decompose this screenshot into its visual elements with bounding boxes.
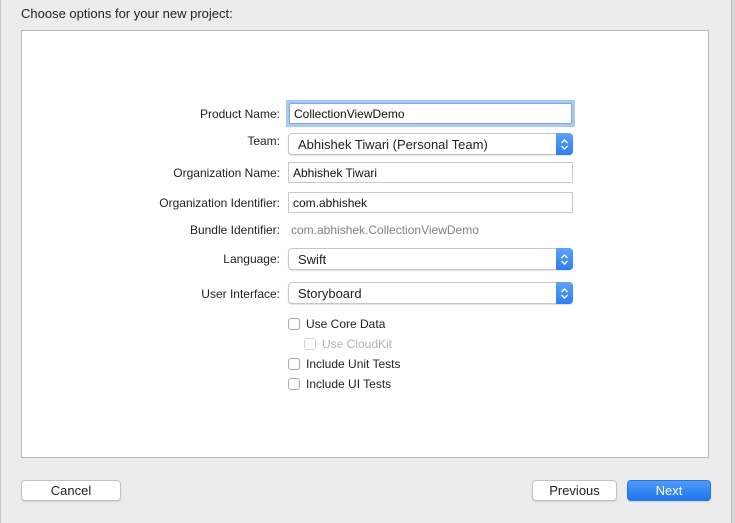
previous-button[interactable]: Previous [532,480,617,501]
chevron-up-down-icon [556,133,573,155]
chevron-up-down-icon [556,282,573,304]
checkbox-label: Include Unit Tests [306,357,401,371]
next-button[interactable]: Next [627,480,711,501]
organization-identifier-field[interactable] [288,192,573,213]
options-panel [21,30,709,458]
team-label: Team: [247,134,280,148]
bundle-identifier-label: Bundle Identifier: [189,223,280,237]
checkbox-box[interactable] [288,358,300,370]
language-value: Swift [298,252,327,267]
product-name-field[interactable] [289,103,572,124]
use-core-data-checkbox[interactable]: Use Core Data [288,317,385,331]
include-ui-tests-checkbox[interactable]: Include UI Tests [288,377,391,391]
chevron-up-down-icon [556,248,573,270]
product-name-label: Product Name: [199,107,280,121]
user-interface-label: User Interface: [201,287,280,301]
team-value: Abhishek Tiwari (Personal Team) [298,137,488,152]
checkbox-label: Include UI Tests [306,377,392,391]
bundle-identifier-value: com.abhishek.CollectionViewDemo [291,223,479,237]
organization-identifier-label: Organization Identifier: [159,196,280,210]
organization-name-label: Organization Name: [173,166,280,180]
checkbox-label: Use CloudKit [322,337,393,351]
use-cloudkit-checkbox: Use CloudKit [304,337,392,351]
checkbox-box[interactable] [288,378,300,390]
dialog-heading: Choose options for your new project: [21,6,233,21]
window-left-edge [0,0,1,523]
organization-name-field[interactable] [288,162,573,183]
language-label: Language: [223,252,280,266]
checkbox-box[interactable] [288,318,300,330]
include-unit-tests-checkbox[interactable]: Include Unit Tests [288,357,401,371]
checkbox-label: Use Core Data [306,317,386,331]
user-interface-popup[interactable]: Storyboard [288,282,573,304]
checkbox-box [304,338,316,350]
cancel-button[interactable]: Cancel [21,480,121,501]
window-right-edge [731,0,735,523]
language-popup[interactable]: Swift [288,248,573,270]
user-interface-value: Storyboard [298,286,362,301]
team-popup[interactable]: Abhishek Tiwari (Personal Team) [288,133,573,155]
